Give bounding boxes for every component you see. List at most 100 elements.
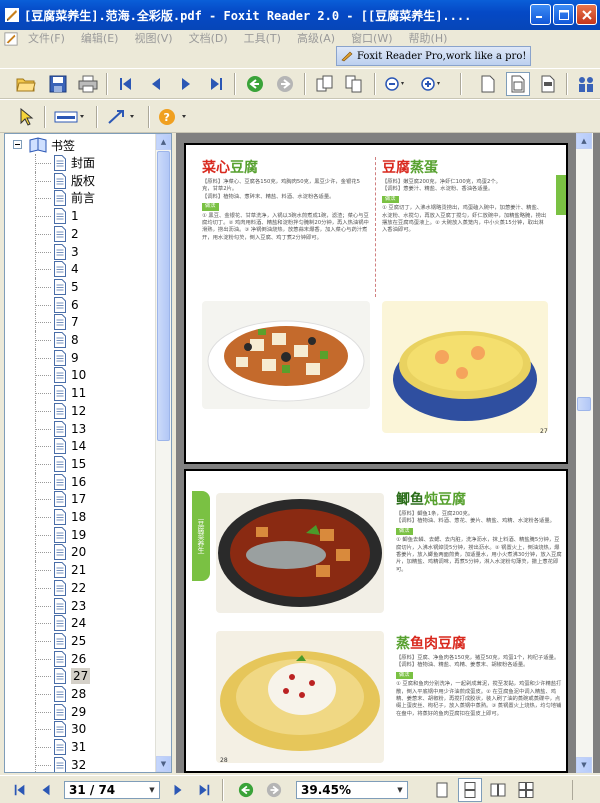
bookmark-item[interactable]: 28 <box>5 685 155 703</box>
menu-view[interactable]: 视图(V) <box>126 32 180 46</box>
bookmark-item[interactable]: 32 <box>5 755 155 772</box>
status-forward-button[interactable] <box>262 778 286 802</box>
users-button[interactable] <box>574 72 598 96</box>
scroll-thumb[interactable] <box>577 397 591 411</box>
chevron-down-icon[interactable]: ▼ <box>145 782 159 798</box>
bookmark-item[interactable]: 26 <box>5 649 155 668</box>
menu-document[interactable]: 文档(D) <box>181 32 236 46</box>
bookmark-item[interactable]: 18 <box>5 508 155 526</box>
previous-page-button[interactable] <box>144 72 168 96</box>
bookmarks-scrollbar[interactable]: ▲ ▼ <box>155 134 171 772</box>
bookmark-item[interactable]: 31 <box>5 738 155 757</box>
first-page-button[interactable] <box>114 72 138 96</box>
bookmark-item[interactable]: 封面 <box>5 154 155 172</box>
foxit-pro-banner[interactable]: Foxit Reader Pro,work like a pro! <box>336 46 531 66</box>
bookmark-item[interactable]: 17 <box>5 490 155 509</box>
menu-tools[interactable]: 工具(T) <box>236 32 289 46</box>
bookmark-item[interactable]: 4 <box>5 260 155 279</box>
bookmark-item[interactable]: 6 <box>5 295 155 314</box>
bookmark-item[interactable]: 14 <box>5 437 155 456</box>
bookmark-item[interactable]: 24 <box>5 614 155 633</box>
scroll-up-arrow[interactable]: ▲ <box>156 134 171 150</box>
bookmark-item[interactable]: 12 <box>5 401 155 420</box>
tree-connector <box>35 198 51 200</box>
help-dropdown[interactable]: ? <box>156 105 192 129</box>
bookmark-item[interactable]: 27 <box>5 667 155 686</box>
bookmark-item[interactable]: 7 <box>5 313 155 332</box>
bookmark-item[interactable]: 29 <box>5 702 155 721</box>
fit-page-button[interactable] <box>506 72 530 96</box>
close-button[interactable] <box>576 4 597 25</box>
bookmark-item[interactable]: 10 <box>5 366 155 385</box>
next-page-button[interactable] <box>174 72 198 96</box>
menu-window[interactable]: 窗口(W) <box>343 32 400 46</box>
bookmark-item[interactable]: 25 <box>5 631 155 650</box>
scroll-thumb[interactable] <box>157 151 170 441</box>
tree-connector <box>35 410 51 412</box>
bookmark-item-label: 12 <box>71 403 87 418</box>
save-button[interactable] <box>46 72 70 96</box>
collapse-icon[interactable] <box>13 140 22 149</box>
bookmark-item-label: 18 <box>71 510 87 524</box>
bookmark-item[interactable]: 8 <box>5 331 155 349</box>
menu-advanced[interactable]: 高级(A) <box>289 32 343 46</box>
foxit-app-icon[interactable] <box>4 7 20 23</box>
bookmark-item[interactable]: 21 <box>5 561 155 580</box>
facing-view-button[interactable] <box>486 778 510 802</box>
scroll-down-arrow[interactable]: ▼ <box>576 757 592 773</box>
minimize-button[interactable] <box>530 4 551 25</box>
bookmark-item[interactable]: 2 <box>5 224 155 243</box>
menu-file[interactable]: 文件(F) <box>20 32 73 46</box>
bookmark-root[interactable]: 书签 <box>5 136 155 154</box>
bookmark-item[interactable]: 16 <box>5 472 155 491</box>
menu-edit[interactable]: 编辑(E) <box>73 32 127 46</box>
print-button[interactable] <box>76 72 100 96</box>
back-button[interactable] <box>243 72 267 96</box>
single-page-view-button[interactable] <box>430 778 454 802</box>
bookmark-item[interactable]: 22 <box>5 578 155 597</box>
bookmark-item[interactable]: 19 <box>5 525 155 544</box>
menu-help[interactable]: 帮助(H) <box>401 32 456 46</box>
status-last-page-button[interactable] <box>192 778 216 802</box>
bookmark-item[interactable]: 15 <box>5 454 155 473</box>
bookmark-item[interactable]: 23 <box>5 596 155 615</box>
last-page-button[interactable] <box>204 72 228 96</box>
status-previous-page-button[interactable] <box>34 778 58 802</box>
document-view[interactable]: 菜心豆腐 【原料】净菜心、豆腐各150克，鸡胸肉50克，黑豆少许，金银花5克，甘… <box>176 133 600 773</box>
rotate-left-button[interactable] <box>312 72 336 96</box>
zoom-out-button[interactable] <box>384 72 408 96</box>
chevron-down-icon[interactable]: ▼ <box>393 782 407 798</box>
actual-size-button[interactable] <box>476 72 500 96</box>
fit-width-button[interactable] <box>536 72 560 96</box>
bookmark-item[interactable]: 前言 <box>5 189 155 208</box>
bookmark-item[interactable]: 30 <box>5 720 155 739</box>
forward-button[interactable] <box>273 72 297 96</box>
rotate-right-button[interactable] <box>342 72 366 96</box>
page-number-field[interactable]: 31 / 74 ▼ <box>64 781 160 799</box>
bookmark-item[interactable]: 5 <box>5 277 155 296</box>
bookmark-item[interactable]: 版权 <box>5 171 155 190</box>
zoom-in-button[interactable] <box>420 72 444 96</box>
bookmark-item[interactable]: 9 <box>5 348 155 367</box>
bookmark-item[interactable]: 1 <box>5 207 155 226</box>
scroll-down-arrow[interactable]: ▼ <box>156 756 171 772</box>
bookmark-item[interactable]: 13 <box>5 419 155 438</box>
select-tool-button[interactable] <box>14 105 38 129</box>
bookmark-item[interactable]: 11 <box>5 384 155 403</box>
document-icon[interactable] <box>4 32 18 46</box>
text-tool-dropdown[interactable] <box>52 105 88 129</box>
bookmark-item-label: 1 <box>71 209 79 224</box>
bookmark-item[interactable]: 20 <box>5 543 155 562</box>
bookmark-item[interactable]: 3 <box>5 242 155 261</box>
open-button[interactable] <box>14 72 38 96</box>
maximize-button[interactable] <box>553 4 574 25</box>
annotation-tool-dropdown[interactable] <box>104 105 140 129</box>
continuous-view-button[interactable] <box>458 778 482 802</box>
status-next-page-button[interactable] <box>166 778 190 802</box>
status-back-button[interactable] <box>234 778 258 802</box>
continuous-facing-view-button[interactable] <box>514 778 538 802</box>
scroll-up-arrow[interactable]: ▲ <box>576 133 592 149</box>
document-scrollbar[interactable]: ▲ ▼ <box>576 133 593 773</box>
status-first-page-button[interactable] <box>8 778 32 802</box>
zoom-level-field[interactable]: 39.45% ▼ <box>296 781 408 799</box>
